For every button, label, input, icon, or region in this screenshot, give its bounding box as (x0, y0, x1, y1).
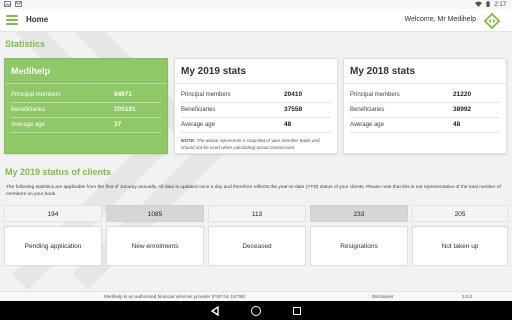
clients-heading: My 2019 status of clients (5, 167, 112, 177)
deceased-count: 113 (208, 205, 306, 222)
deceased-card[interactable]: Deceased (208, 226, 306, 266)
battery-icon (486, 1, 491, 9)
stat-label: Beneficiaries (11, 107, 46, 113)
stat-row: Beneficiaries 38992 (350, 103, 500, 118)
fsp-disclaimer-text: Medihelp is an authorised financial serv… (104, 294, 245, 299)
stat-value: 38992 (453, 106, 472, 113)
stat-label: Average age (11, 122, 45, 128)
app-version: 3.0.2 (462, 294, 473, 299)
footer: Medihelp is an authorised financial serv… (0, 291, 512, 301)
stat-row: Beneficiaries 205191 (11, 103, 161, 118)
my-2019-stats-card: My 2019 stats Principal members 20410 Be… (174, 58, 338, 154)
clients-intro: The following statistics are applicable … (6, 185, 501, 198)
stat-label: Principal members (181, 92, 231, 98)
divider (344, 83, 506, 84)
recent-apps-icon[interactable] (293, 307, 301, 315)
stat-value: 48 (284, 121, 292, 128)
disclaimer-link[interactable]: Disclaimer (372, 294, 393, 299)
app-bar: Home Welcome, Mr Medihelp (0, 9, 512, 32)
stat-label: Average age (350, 122, 384, 128)
stat-row: Average age 37 (11, 118, 161, 133)
stat-value: 20410 (284, 91, 303, 98)
not-taken-up-card[interactable]: Not taken up (412, 226, 508, 266)
back-icon[interactable] (210, 306, 220, 316)
stat-value: 37 (114, 121, 122, 128)
resignations-count: 233 (310, 205, 408, 222)
medihelp-logo-icon[interactable] (483, 12, 501, 30)
card-title: My 2018 stats (350, 66, 416, 77)
stat-label: Average age (181, 122, 215, 128)
new-enrolments-count: 1085 (106, 205, 204, 222)
stats-note: NOTE: The above represents a snapshot of… (181, 137, 331, 151)
pending-count: 194 (4, 205, 102, 222)
stat-row: Principal members 94071 (11, 88, 161, 103)
resignations-card[interactable]: Resignations (310, 226, 408, 266)
statistics-heading: Statistics (5, 39, 46, 49)
stat-row: Beneficiaries 37558 (181, 103, 331, 118)
stat-row: Average age 48 (350, 118, 500, 133)
stat-value: 205191 (114, 106, 136, 113)
divider (175, 83, 337, 84)
card-title: My 2019 stats (181, 66, 247, 77)
stat-value: 37558 (284, 106, 303, 113)
status-bar: 2:17 (0, 0, 512, 9)
note-text: The above represents a snapshot of your … (181, 138, 320, 150)
mail-icon (15, 1, 22, 9)
my-2018-stats-card: My 2018 stats Principal members 21220 Be… (343, 58, 507, 154)
note-label: NOTE: (181, 138, 196, 143)
stat-label: Beneficiaries (350, 107, 385, 113)
stat-value: 48 (453, 121, 461, 128)
new-enrolments-card[interactable]: New enrolments (106, 226, 204, 266)
stat-row: Average age 48 (181, 118, 331, 133)
wifi-icon (475, 1, 483, 9)
menu-icon[interactable] (6, 15, 18, 25)
card-title: Medihelp (11, 66, 51, 76)
stat-value: 94071 (114, 91, 133, 98)
stat-row: Principal members 21220 (350, 88, 500, 103)
stat-value: 21220 (453, 91, 472, 98)
divider (5, 83, 167, 84)
stat-label: Principal members (350, 92, 400, 98)
not-taken-up-count: 205 (412, 205, 508, 222)
page-title: Home (26, 15, 49, 24)
home-icon[interactable] (251, 306, 261, 316)
medihelp-stats-card: Medihelp Principal members 94071 Benefic… (4, 58, 168, 154)
clock-time: 2:17 (494, 2, 506, 8)
welcome-text: Welcome, Mr Medihelp (404, 16, 476, 23)
stat-label: Principal members (11, 92, 61, 98)
pending-application-card[interactable]: Pending application (4, 226, 102, 266)
stat-row: Principal members 20410 (181, 88, 331, 103)
photo-icon (4, 1, 11, 9)
system-nav-bar (0, 301, 512, 320)
stat-label: Beneficiaries (181, 107, 216, 113)
